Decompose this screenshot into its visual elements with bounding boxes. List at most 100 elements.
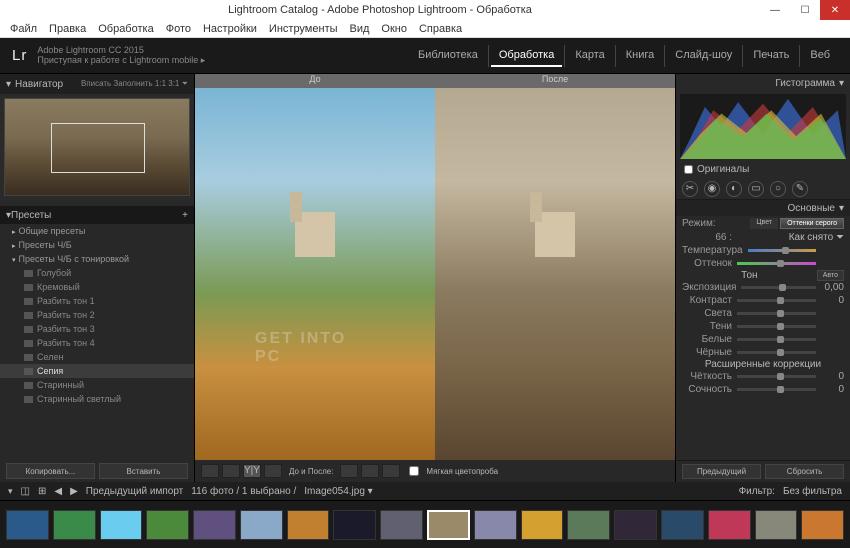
module-6[interactable]: Веб <box>802 45 838 67</box>
thumbnail[interactable] <box>380 510 423 540</box>
thumbnail[interactable] <box>567 510 610 540</box>
gradient-tool-icon[interactable]: ▭ <box>748 181 764 197</box>
survey-view-button[interactable] <box>264 464 282 478</box>
module-5[interactable]: Печать <box>745 45 797 67</box>
menu-окно[interactable]: Окно <box>375 23 413 35</box>
spot-tool-icon[interactable]: ◉ <box>704 181 720 197</box>
thumbnail[interactable] <box>427 510 470 540</box>
grid-icon[interactable]: ⊞ <box>38 486 46 497</box>
close-button[interactable]: ✕ <box>820 0 850 20</box>
preset-group[interactable]: ▸Общие пресеты <box>0 224 194 238</box>
reset-button[interactable]: Сбросить <box>765 464 844 479</box>
thumbnail[interactable] <box>53 510 96 540</box>
preset-item[interactable]: Разбить тон 4 <box>0 336 194 350</box>
prev-import-label[interactable]: Предыдущий импорт <box>86 486 184 497</box>
menu-вид[interactable]: Вид <box>344 23 376 35</box>
thumbnail[interactable] <box>474 510 517 540</box>
navigator-preview[interactable] <box>0 94 194 200</box>
preset-item[interactable]: Старинный светлый <box>0 392 194 406</box>
thumbnail[interactable] <box>287 510 330 540</box>
after-image[interactable] <box>435 88 675 460</box>
thumbnail[interactable] <box>755 510 798 540</box>
clarity-slider[interactable] <box>737 375 816 378</box>
contrast-slider[interactable] <box>737 299 816 302</box>
radial-tool-icon[interactable]: ○ <box>770 181 786 197</box>
copy-button[interactable]: Копировать... <box>6 463 95 479</box>
preset-item[interactable]: Разбить тон 3 <box>0 322 194 336</box>
mobile-prompt[interactable]: Приступая к работе с Lightroom mobile ▸ <box>37 56 205 66</box>
filename-label[interactable]: Image054.jpg ▾ <box>304 486 372 497</box>
whites-slider[interactable] <box>737 338 816 341</box>
thumbnail[interactable] <box>193 510 236 540</box>
blacks-slider[interactable] <box>737 351 816 354</box>
histogram-header[interactable]: Гистограмма▾ <box>676 74 850 92</box>
module-0[interactable]: Библиотека <box>410 45 486 67</box>
temp-slider[interactable] <box>748 249 816 252</box>
thumbnail[interactable] <box>521 510 564 540</box>
menu-обработка[interactable]: Обработка <box>92 23 159 35</box>
before-image[interactable]: GET INTO PC <box>195 88 435 460</box>
menu-файл[interactable]: Файл <box>4 23 43 35</box>
menu-инструменты[interactable]: Инструменты <box>263 23 344 35</box>
paste-button[interactable]: Вставить <box>99 463 188 479</box>
module-4[interactable]: Слайд-шоу <box>667 45 740 67</box>
ba-mode-2[interactable] <box>361 464 379 478</box>
exposure-slider[interactable] <box>741 286 816 289</box>
saturation-slider[interactable] <box>737 388 816 391</box>
maximize-button[interactable]: ☐ <box>790 0 820 20</box>
preset-item[interactable]: Селен <box>0 350 194 364</box>
module-1[interactable]: Обработка <box>491 45 562 67</box>
wb-dropdown[interactable]: Как снято ⏷ <box>789 232 844 243</box>
originals-checkbox[interactable] <box>684 165 693 174</box>
prev-arrow-icon[interactable]: ◀ <box>54 486 62 497</box>
preset-group[interactable]: ▾Пресеты Ч/Б с тонировкой <box>0 252 194 266</box>
menu-фото[interactable]: Фото <box>160 23 197 35</box>
ba-mode-1[interactable] <box>340 464 358 478</box>
thumbnail[interactable] <box>708 510 751 540</box>
thumbnail[interactable] <box>146 510 189 540</box>
brush-tool-icon[interactable]: ✎ <box>792 181 808 197</box>
filmstrip-nav-icon[interactable]: ◫ <box>21 486 30 497</box>
preset-group[interactable]: ▸Пресеты Ч/Б <box>0 238 194 252</box>
menu-справка[interactable]: Справка <box>413 23 468 35</box>
redeye-tool-icon[interactable]: ◐ <box>726 181 742 197</box>
thumbnail[interactable] <box>661 510 704 540</box>
loupe-view-button[interactable] <box>201 464 219 478</box>
thumbnail[interactable] <box>240 510 283 540</box>
color-mode-button[interactable]: Цвет <box>750 218 778 229</box>
softproof-checkbox[interactable] <box>409 466 419 476</box>
highlights-slider[interactable] <box>737 312 816 315</box>
grayscale-mode-button[interactable]: Оттенки серого <box>780 218 844 229</box>
menu-правка[interactable]: Правка <box>43 23 92 35</box>
navigator-header[interactable]: ▾Навигатор Вписать Заполнить 1:1 3:1 ⏷ <box>0 74 194 94</box>
preset-item[interactable]: Разбить тон 2 <box>0 308 194 322</box>
histogram[interactable] <box>680 94 846 159</box>
grid-view-button[interactable] <box>222 464 240 478</box>
thumbnail[interactable] <box>801 510 844 540</box>
presets-header[interactable]: ▾Пресеты+ <box>0 206 194 224</box>
compare-view-button[interactable]: Y|Y <box>243 464 261 478</box>
next-arrow-icon[interactable]: ▶ <box>70 486 78 497</box>
module-3[interactable]: Книга <box>618 45 663 67</box>
thumbnail[interactable] <box>333 510 376 540</box>
previous-button[interactable]: Предыдущий <box>682 464 761 479</box>
thumbnail[interactable] <box>6 510 49 540</box>
shadows-slider[interactable] <box>737 325 816 328</box>
menu-настройки[interactable]: Настройки <box>197 23 263 35</box>
filter-off[interactable]: Без фильтра <box>783 486 842 497</box>
preset-item[interactable]: Кремовый <box>0 280 194 294</box>
auto-tone-button[interactable]: Авто <box>817 270 844 281</box>
preset-item[interactable]: Разбить тон 1 <box>0 294 194 308</box>
crop-tool-icon[interactable]: ✂ <box>682 181 698 197</box>
preset-item[interactable]: Старинный <box>0 378 194 392</box>
preset-item[interactable]: Голубой <box>0 266 194 280</box>
ba-mode-3[interactable] <box>382 464 400 478</box>
thumbnail[interactable] <box>614 510 657 540</box>
add-preset-icon[interactable]: + <box>182 210 188 221</box>
basic-panel-header[interactable]: Основные▾ <box>676 200 850 216</box>
navigator-zoom-opts[interactable]: Вписать Заполнить 1:1 3:1 ⏷ <box>81 79 188 89</box>
module-2[interactable]: Карта <box>567 45 612 67</box>
filmstrip-toggle-icon[interactable]: ▾ <box>8 486 13 497</box>
preset-item[interactable]: Сепия <box>0 364 194 378</box>
minimize-button[interactable]: — <box>760 0 790 20</box>
